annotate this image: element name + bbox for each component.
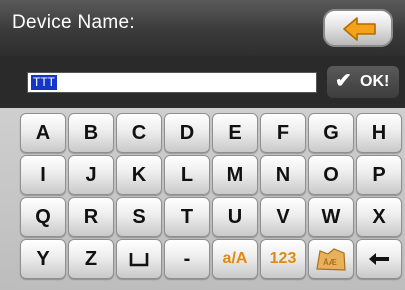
- key-r[interactable]: R: [68, 197, 114, 237]
- ok-label: OK!: [360, 73, 390, 90]
- header-bar: Device Name:: [0, 0, 405, 56]
- checkmark-icon: ✔: [335, 70, 352, 92]
- numbers-label: 123: [269, 250, 297, 267]
- key-j[interactable]: J: [68, 155, 114, 195]
- selected-text: TTT: [31, 75, 57, 90]
- key-b[interactable]: B: [68, 113, 114, 153]
- key-o[interactable]: O: [308, 155, 354, 195]
- key-w[interactable]: W: [308, 197, 354, 237]
- key-dash[interactable]: -: [164, 239, 210, 279]
- key-h[interactable]: H: [356, 113, 402, 153]
- page-title: Device Name:: [12, 12, 135, 33]
- key-s[interactable]: S: [116, 197, 162, 237]
- key-x[interactable]: X: [356, 197, 402, 237]
- key-c[interactable]: C: [116, 113, 162, 153]
- key-k[interactable]: K: [116, 155, 162, 195]
- key-l[interactable]: L: [164, 155, 210, 195]
- space-bar-icon: [129, 253, 149, 267]
- key-y[interactable]: Y: [20, 239, 66, 279]
- device-name-input[interactable]: TTT: [27, 72, 317, 93]
- space-key[interactable]: [116, 239, 162, 279]
- ok-button[interactable]: ✔ OK!: [327, 66, 399, 98]
- key-q[interactable]: Q: [20, 197, 66, 237]
- on-screen-keyboard: A B C D E F G H I J K L M N O P Q R S T …: [0, 108, 405, 290]
- backspace-key[interactable]: [356, 239, 402, 279]
- back-button[interactable]: [323, 9, 393, 47]
- key-p[interactable]: P: [356, 155, 402, 195]
- key-f[interactable]: F: [260, 113, 306, 153]
- backspace-arrow-icon: [369, 253, 389, 265]
- key-n[interactable]: N: [260, 155, 306, 195]
- numbers-key[interactable]: 123: [260, 239, 306, 279]
- key-e[interactable]: E: [212, 113, 258, 153]
- svg-text:ÄÆ: ÄÆ: [323, 258, 337, 267]
- key-a[interactable]: A: [20, 113, 66, 153]
- key-v[interactable]: V: [260, 197, 306, 237]
- key-g[interactable]: G: [308, 113, 354, 153]
- back-arrow-icon: [343, 17, 376, 41]
- key-u[interactable]: U: [212, 197, 258, 237]
- key-i[interactable]: I: [20, 155, 66, 195]
- symbols-key[interactable]: ÄÆ: [308, 239, 354, 279]
- key-d[interactable]: D: [164, 113, 210, 153]
- key-m[interactable]: M: [212, 155, 258, 195]
- case-toggle-label: a/A: [222, 250, 248, 267]
- case-toggle-key[interactable]: a/A: [212, 239, 258, 279]
- symbols-keyboard-icon: ÄÆ: [316, 248, 346, 271]
- key-z[interactable]: Z: [68, 239, 114, 279]
- key-t[interactable]: T: [164, 197, 210, 237]
